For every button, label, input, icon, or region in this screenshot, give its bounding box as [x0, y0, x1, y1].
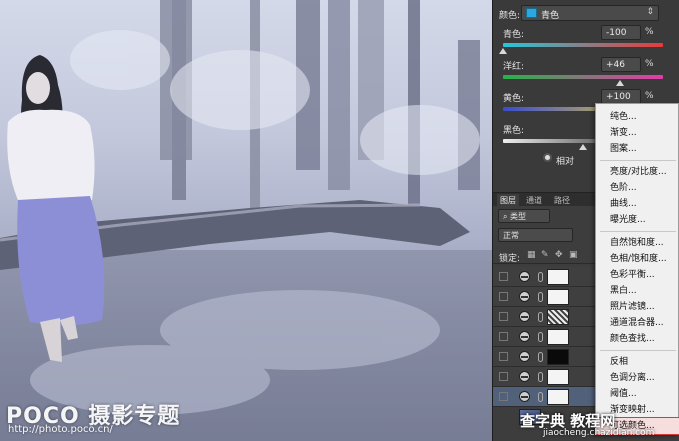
adjustment-layer-icon [519, 271, 530, 282]
filter-type-value: 类型 [510, 212, 527, 221]
blend-mode-value: 正常 [503, 231, 519, 240]
menu-item[interactable]: 曲线... [596, 196, 679, 212]
visibility-toggle-icon[interactable] [499, 292, 508, 301]
slider-thumb[interactable] [615, 80, 624, 86]
percent-unit: % [645, 91, 654, 101]
photo-canvas[interactable]: POCO 摄影专题 http://photo.poco.cn/ [0, 0, 492, 441]
menu-item[interactable]: 黑白... [596, 283, 679, 299]
percent-unit: % [645, 27, 654, 37]
menu-item[interactable]: 亮度/对比度... [596, 164, 679, 180]
visibility-toggle-icon[interactable] [499, 332, 508, 341]
menu-item[interactable]: 阈值... [596, 386, 679, 402]
layer-mask-thumb[interactable] [547, 389, 569, 405]
menu-separator [600, 231, 676, 232]
adjustment-layer-icon [519, 291, 530, 302]
lock-pixels-icon[interactable]: ▦ [527, 250, 536, 260]
lock-label: 锁定: [499, 254, 521, 264]
menu-item[interactable]: 纯色... [596, 109, 679, 125]
lock-all-icon[interactable]: ▣ [569, 250, 578, 260]
slider-value-field[interactable]: -100 [601, 25, 641, 40]
visibility-toggle-icon[interactable] [499, 272, 508, 281]
menu-separator [600, 160, 676, 161]
layer-mask-thumb[interactable] [547, 329, 569, 345]
menu-item[interactable]: 色调分离... [596, 370, 679, 386]
colors-label: 颜色: [499, 11, 521, 21]
adjustment-layer-icon [519, 391, 530, 402]
menu-item[interactable]: 图案... [596, 141, 679, 157]
menu-item[interactable]: 色阶... [596, 180, 679, 196]
slider-track[interactable] [503, 43, 663, 47]
slider-track[interactable] [503, 75, 663, 79]
lock-brush-icon[interactable]: ✎ [541, 250, 549, 260]
adjustment-layer-icon [519, 311, 530, 322]
slider-label: 洋红: [503, 62, 525, 72]
slider-row: 洋红: +46% [493, 57, 679, 87]
link-chain-icon[interactable] [538, 332, 543, 342]
menu-item[interactable]: 自然饱和度... [596, 235, 679, 251]
menu-item[interactable]: 通道混合器... [596, 315, 679, 331]
menu-item[interactable]: 照片滤镜... [596, 299, 679, 315]
visibility-toggle-icon[interactable] [499, 352, 508, 361]
link-chain-icon[interactable] [538, 352, 543, 362]
menu-item[interactable]: 反相 [596, 354, 679, 370]
menu-item[interactable]: 颜色查找... [596, 331, 679, 347]
cyan-swatch [526, 8, 537, 18]
tab-layers[interactable]: 图层 [497, 194, 519, 207]
slider-row: 青色: -100% [493, 25, 679, 55]
relative-label: 相对 [556, 157, 575, 167]
adjustment-layer-menu: 纯色... 渐变... 图案... 亮度/对比度... 色阶... 曲线... 曝光度...… [595, 103, 679, 435]
search-icon: ⌕ [503, 212, 511, 221]
tab-channels[interactable]: 通道 [523, 194, 545, 207]
filter-type-select[interactable]: ⌕ 类型 [498, 209, 550, 223]
blend-mode-select[interactable]: 正常 [498, 228, 573, 242]
percent-unit: % [645, 59, 654, 69]
link-chain-icon[interactable] [538, 312, 543, 322]
slider-label: 黑色: [503, 126, 525, 136]
relative-radio[interactable] [543, 153, 552, 162]
link-chain-icon[interactable] [538, 392, 543, 402]
layer-mask-thumb[interactable] [547, 289, 569, 305]
slider-label: 黄色: [503, 94, 525, 104]
slider-value-field[interactable]: +100 [601, 89, 641, 104]
forest-photo [0, 0, 492, 441]
layer-mask-thumb[interactable] [547, 369, 569, 385]
visibility-toggle-icon[interactable] [499, 312, 508, 321]
adjustment-layer-icon [519, 371, 530, 382]
tab-paths[interactable]: 路径 [551, 194, 573, 207]
link-chain-icon[interactable] [538, 272, 543, 282]
link-chain-icon[interactable] [538, 372, 543, 382]
layer-mask-thumb[interactable] [547, 269, 569, 285]
adjustment-layer-icon [519, 331, 530, 342]
menu-item[interactable]: 渐变... [596, 125, 679, 141]
lock-move-icon[interactable]: ✥ [555, 250, 563, 260]
slider-thumb[interactable] [499, 48, 507, 54]
chazidian-url: jiaocheng.chazidian.com [543, 428, 655, 438]
visibility-toggle-icon[interactable] [499, 372, 508, 381]
slider-value-field[interactable]: +46 [601, 57, 641, 72]
visibility-toggle-icon[interactable] [499, 392, 508, 401]
adjustment-layer-icon [519, 351, 530, 362]
menu-item[interactable]: 色彩平衡... [596, 267, 679, 283]
poco-watermark-url: http://photo.poco.cn/ [8, 424, 113, 435]
layer-mask-thumb[interactable] [547, 309, 569, 325]
menu-item[interactable]: 曝光度... [596, 212, 679, 228]
colors-select-value: 青色 [541, 11, 560, 21]
menu-item[interactable]: 色相/饱和度... [596, 251, 679, 267]
menu-separator [600, 350, 676, 351]
layer-mask-thumb[interactable] [547, 349, 569, 365]
dropdown-arrow-icon: ⇕ [646, 7, 654, 17]
link-chain-icon[interactable] [538, 292, 543, 302]
slider-thumb[interactable] [579, 144, 587, 150]
slider-label: 青色: [503, 30, 525, 40]
colors-select[interactable]: 青色 ⇕ [521, 5, 659, 21]
